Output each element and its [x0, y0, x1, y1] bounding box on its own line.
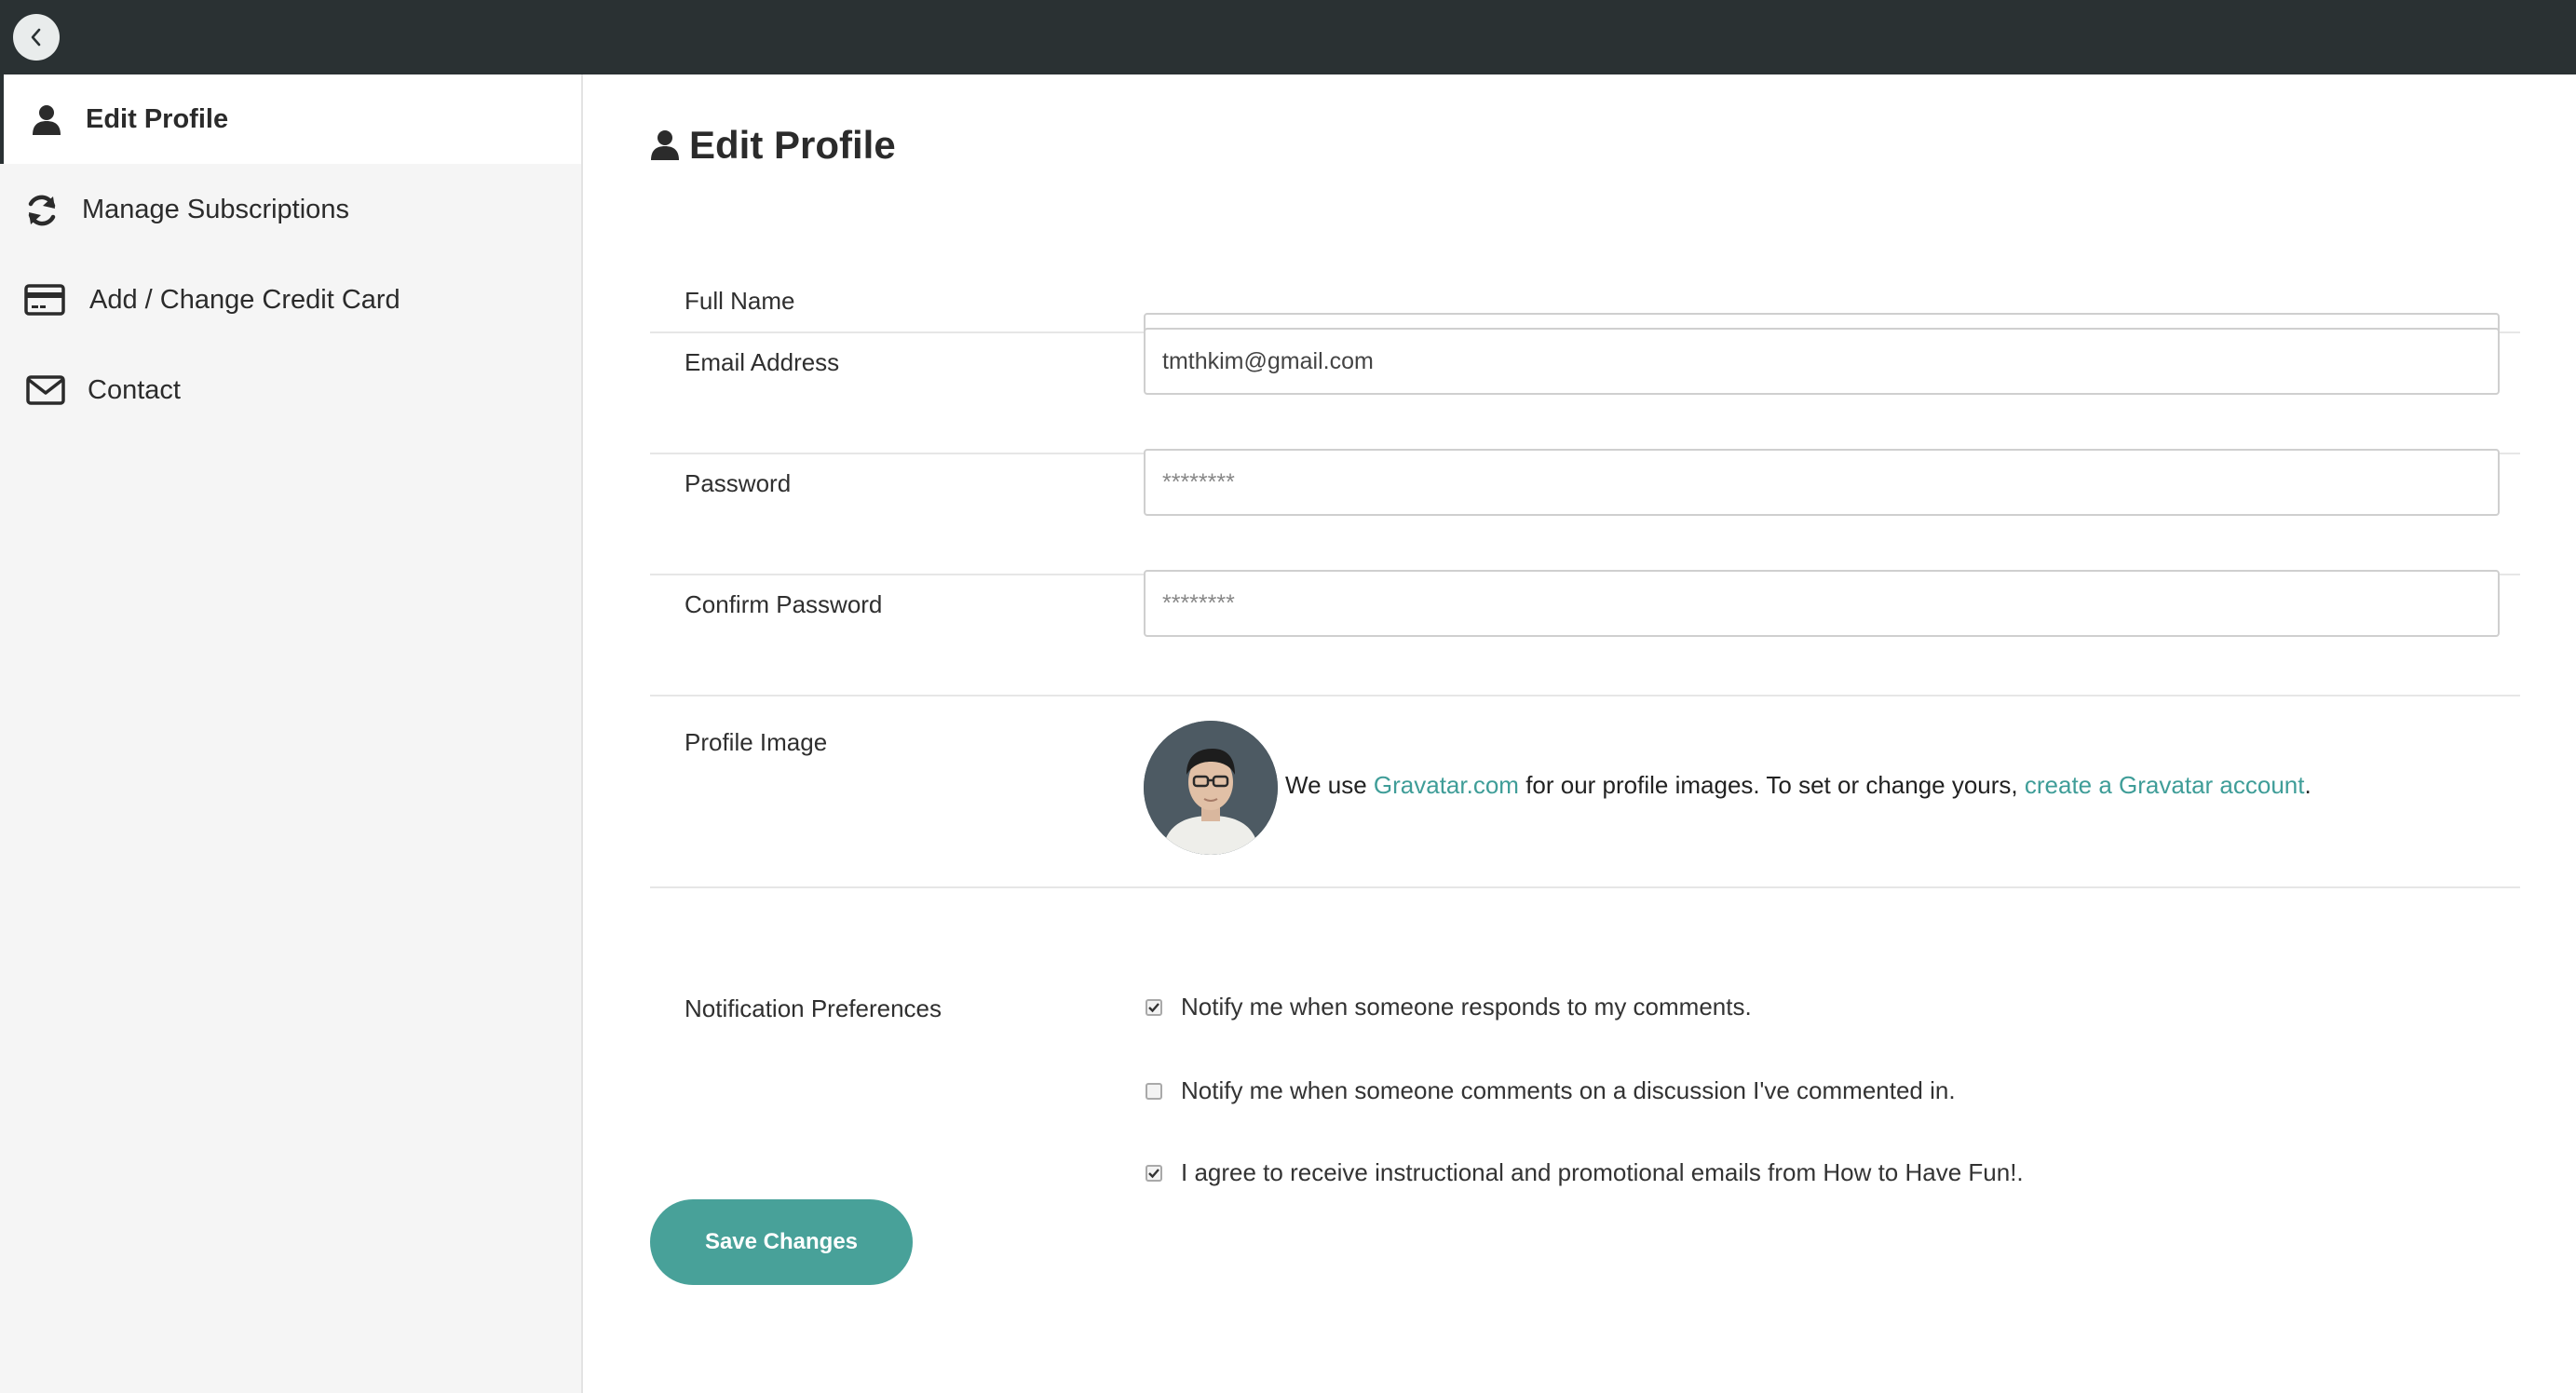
save-changes-button[interactable]: Save Changes: [650, 1199, 913, 1285]
password-label: Password: [685, 469, 792, 497]
top-bar: [0, 0, 2576, 74]
email-label: Email Address: [685, 348, 840, 376]
sidebar-item-label: Add / Change Credit Card: [89, 284, 400, 315]
sidebar-item-credit-card[interactable]: Add / Change Credit Card: [0, 255, 581, 345]
gravatar-text-middle: for our profile images. To set or change…: [1518, 771, 2025, 799]
promotional-emails-option[interactable]: I agree to receive instructional and pro…: [1144, 1158, 2024, 1187]
envelope-icon: [26, 375, 65, 405]
full-name-row: Full Name: [650, 261, 2520, 380]
promotional-emails-label: I agree to receive instructional and pro…: [1181, 1158, 2024, 1186]
gravatar-link[interactable]: Gravatar.com: [1374, 771, 1519, 799]
sidebar-item-label: Manage Subscriptions: [82, 194, 349, 224]
full-name-label: Full Name: [685, 287, 795, 315]
user-icon: [30, 104, 63, 136]
page-title-text: Edit Profile: [689, 123, 896, 167]
notification-preferences-row: Notification Preferences Notify me when …: [650, 888, 2520, 1130]
gravatar-info: We use Gravatar.com for our profile imag…: [1285, 771, 2312, 800]
main-content: Edit Profile Full Name Email Address Pas…: [583, 74, 2576, 1393]
chevron-left-icon: [31, 28, 41, 47]
checkmark-icon: [1148, 1168, 1159, 1178]
credit-card-icon: [24, 283, 65, 317]
confirm-password-label: Confirm Password: [685, 590, 883, 618]
profile-image-label: Profile Image: [685, 728, 828, 756]
user-icon: [650, 129, 680, 161]
sidebar-item-edit-profile[interactable]: Edit Profile: [0, 74, 581, 164]
notify-discussion-checkbox[interactable]: [1146, 1082, 1162, 1100]
avatar: [1144, 721, 1278, 855]
password-field[interactable]: [1144, 449, 2500, 516]
notify-discussion-option[interactable]: Notify me when someone comments on a dis…: [1144, 1076, 1956, 1105]
sidebar: Edit Profile Manage Subscriptions Add / …: [0, 74, 583, 1393]
notify-responses-option[interactable]: Notify me when someone responds to my co…: [1144, 993, 1752, 1021]
refresh-icon: [24, 193, 60, 228]
sidebar-item-contact[interactable]: Contact: [0, 345, 581, 435]
email-field[interactable]: [1144, 328, 2500, 395]
checkmark-icon: [1148, 1002, 1159, 1012]
notification-preferences-label: Notification Preferences: [685, 994, 942, 1022]
gravatar-text-before: We use: [1285, 771, 1374, 799]
notify-responses-label: Notify me when someone responds to my co…: [1181, 993, 1752, 1021]
password-row: Password: [650, 449, 2520, 575]
email-row: Email Address: [650, 328, 2520, 454]
create-gravatar-account-link[interactable]: create a Gravatar account: [2025, 771, 2305, 799]
gravatar-text-after: .: [2304, 771, 2312, 799]
back-button[interactable]: [13, 14, 60, 61]
notify-responses-checkbox[interactable]: [1146, 998, 1162, 1016]
sidebar-item-label: Edit Profile: [86, 103, 229, 134]
confirm-password-row: Confirm Password: [650, 570, 2520, 696]
confirm-password-field[interactable]: [1144, 570, 2500, 637]
profile-image-row: Profile Image We use Gravatar.com for ou…: [650, 696, 2520, 888]
page-title: Edit Profile: [650, 117, 896, 173]
sidebar-item-manage-subscriptions[interactable]: Manage Subscriptions: [0, 165, 581, 254]
notify-discussion-label: Notify me when someone comments on a dis…: [1181, 1076, 1956, 1104]
sidebar-item-label: Contact: [88, 374, 181, 405]
promotional-emails-checkbox[interactable]: [1146, 1164, 1162, 1182]
